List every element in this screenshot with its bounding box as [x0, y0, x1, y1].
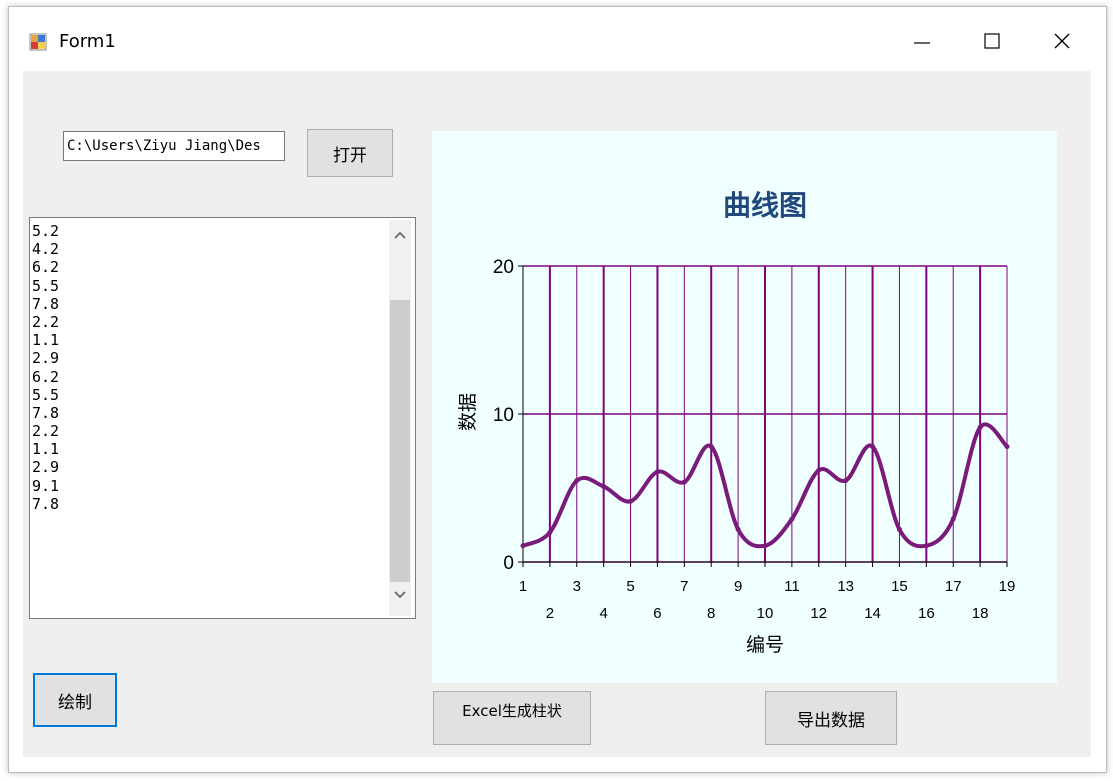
- x-tick-label: 5: [626, 578, 634, 595]
- excel-bar-chart-button[interactable]: Excel生成柱状: [433, 691, 591, 745]
- y-tick-label: 20: [493, 257, 514, 278]
- list-item[interactable]: 5.2: [32, 222, 59, 240]
- x-tick-label: 6: [653, 605, 661, 622]
- minimize-button[interactable]: [899, 21, 945, 61]
- draw-button[interactable]: 绘制: [33, 673, 117, 727]
- y-tick-label: 0: [503, 553, 514, 574]
- data-point: [628, 498, 634, 504]
- vertical-scrollbar[interactable]: [389, 220, 411, 616]
- list-item[interactable]: 7.8: [32, 295, 59, 313]
- x-axis-label: 编号: [746, 634, 784, 656]
- x-tick-label: 11: [784, 578, 800, 595]
- data-point: [950, 516, 956, 522]
- data-list: 5.2 4.2 6.2 5.5 7.8 2.2 1.1 2.9 6.2 5.5 7.8 2.2 1.1 2…: [32, 222, 59, 513]
- x-tick-label: 19: [999, 578, 1016, 595]
- form-app-icon: [29, 33, 47, 51]
- x-tick-label: 13: [837, 578, 854, 595]
- data-point: [762, 543, 768, 549]
- chevron-up-icon[interactable]: [393, 230, 407, 240]
- list-item[interactable]: 5.5: [32, 277, 59, 295]
- x-tick-label: 1: [519, 578, 527, 595]
- x-tick-label: 2: [546, 605, 554, 622]
- data-point: [977, 424, 983, 430]
- data-point: [547, 529, 553, 535]
- x-tick-label: 12: [810, 605, 827, 622]
- x-tick-label: 18: [972, 605, 989, 622]
- x-tick-label: 8: [707, 605, 715, 622]
- list-item[interactable]: 2.9: [32, 349, 59, 367]
- x-tick-label: 16: [918, 605, 935, 622]
- data-point: [1004, 444, 1010, 450]
- data-point: [601, 484, 607, 490]
- close-icon: [1054, 33, 1070, 49]
- y-tick-label: 10: [493, 405, 514, 426]
- x-tick-label: 17: [945, 578, 962, 595]
- window-title: Form1: [59, 31, 116, 52]
- data-point: [789, 516, 795, 522]
- scrollbar-thumb[interactable]: [390, 300, 410, 582]
- list-item[interactable]: 1.1: [32, 440, 59, 458]
- x-tick-label: 10: [757, 605, 774, 622]
- close-button[interactable]: [1039, 21, 1085, 61]
- data-point: [708, 444, 714, 450]
- file-path-input[interactable]: C:\Users\Ziyu Jiang\Des: [63, 131, 285, 161]
- list-item[interactable]: 7.8: [32, 404, 59, 422]
- chart-title: 曲线图: [723, 189, 807, 222]
- main-window: Form1 C:\Users\Ziyu Jiang\Des 打开 5.2 4.2 6…: [8, 6, 1107, 773]
- x-tick-label: 9: [734, 578, 742, 595]
- list-item[interactable]: 6.2: [32, 368, 59, 386]
- data-listbox[interactable]: 5.2 4.2 6.2 5.5 7.8 2.2 1.1 2.9 6.2 5.5 7.8 2.2 1.1 2…: [29, 217, 416, 619]
- maximize-button[interactable]: [969, 21, 1015, 61]
- data-point: [574, 478, 580, 484]
- list-item[interactable]: 2.2: [32, 422, 59, 440]
- list-item[interactable]: 4.2: [32, 240, 59, 258]
- data-point: [520, 543, 526, 549]
- list-item[interactable]: 9.1: [32, 477, 59, 495]
- data-point: [843, 478, 849, 484]
- export-data-button[interactable]: 导出数据: [765, 691, 897, 745]
- chevron-down-icon[interactable]: [393, 590, 407, 600]
- list-item[interactable]: 1.1: [32, 331, 59, 349]
- data-point: [870, 444, 876, 450]
- data-point: [735, 526, 741, 532]
- maximize-icon: [984, 33, 1000, 49]
- list-item[interactable]: 7.8: [32, 495, 59, 513]
- x-tick-label: 15: [891, 578, 908, 595]
- list-item[interactable]: 6.2: [32, 258, 59, 276]
- list-item[interactable]: 5.5: [32, 386, 59, 404]
- y-axis-label: 数据: [457, 393, 479, 431]
- x-tick-label: 14: [864, 605, 881, 622]
- form-client-area: C:\Users\Ziyu Jiang\Des 打开 5.2 4.2 6.2 5.5 7…: [23, 71, 1091, 757]
- x-tick-label: 4: [599, 605, 607, 622]
- x-tick-label: 7: [680, 578, 688, 595]
- x-tick-label: 3: [573, 578, 581, 595]
- data-point: [654, 469, 660, 475]
- chart-svg: 曲线图0102012345678910111213141516171819编号数…: [457, 189, 1016, 656]
- data-point: [816, 467, 822, 473]
- list-item[interactable]: 2.2: [32, 313, 59, 331]
- list-item[interactable]: 2.9: [32, 458, 59, 476]
- data-point: [896, 526, 902, 532]
- open-button[interactable]: 打开: [307, 129, 393, 177]
- minimize-icon: [914, 42, 930, 44]
- line-chart: 曲线图 0 10 20 1 2 3 4 5 6 7 8 9 10 11 12 13 14 15 16 17 18 19 编号数…: [432, 131, 1057, 683]
- data-point: [923, 543, 929, 549]
- data-point: [681, 479, 687, 485]
- title-bar[interactable]: Form1: [9, 7, 1106, 73]
